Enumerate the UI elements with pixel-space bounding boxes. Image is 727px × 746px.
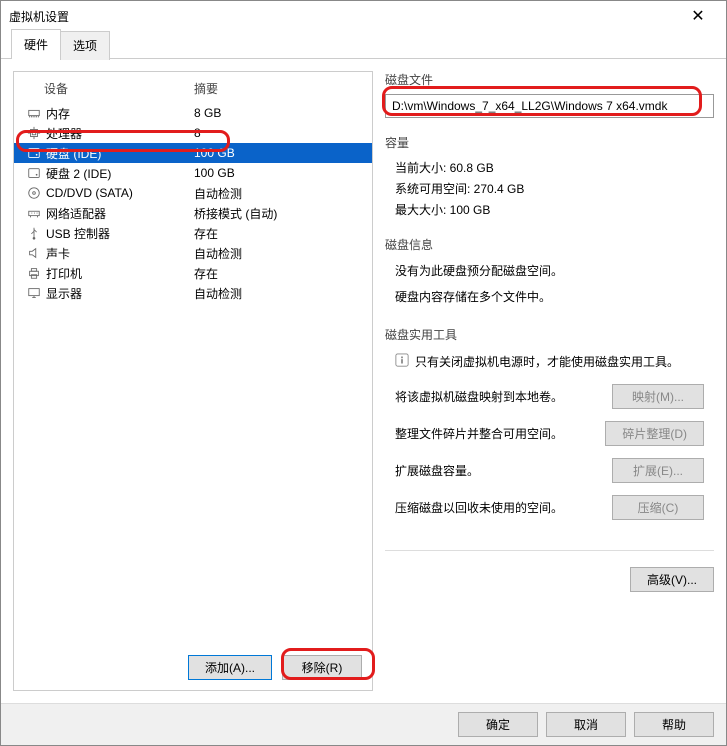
device-summary: 自动检测 — [194, 285, 362, 302]
util-defrag-row: 整理文件碎片并整合可用空间。 碎片整理(D) — [385, 417, 714, 450]
device-row[interactable]: 硬盘 2 (IDE)100 GB — [14, 163, 372, 183]
capacity-free: 系统可用空间: 270.4 GB — [385, 178, 714, 199]
util-expand-text: 扩展磁盘容量。 — [395, 462, 602, 479]
device-row[interactable]: 内存8 GB — [14, 103, 372, 123]
device-row[interactable]: USB 控制器存在 — [14, 223, 372, 243]
device-panel: 设备 摘要 内存8 GB处理器8硬盘 (IDE)100 GB硬盘 2 (IDE)… — [13, 71, 373, 691]
remove-device-button[interactable]: 移除(R) — [282, 655, 362, 680]
util-map-row: 将该虚拟机磁盘映射到本地卷。 映射(M)... — [385, 380, 714, 413]
device-row[interactable]: 处理器8 — [14, 123, 372, 143]
device-summary: 存在 — [194, 265, 362, 282]
device-name: 硬盘 (IDE) — [44, 145, 194, 162]
disk-icon — [24, 166, 44, 181]
cancel-button[interactable]: 取消 — [546, 712, 626, 737]
device-name: CD/DVD (SATA) — [44, 186, 194, 200]
header-device: 设备 — [44, 80, 194, 97]
capacity-title: 容量 — [385, 134, 714, 151]
sound-icon — [24, 246, 44, 261]
cpu-icon — [24, 126, 44, 141]
details-panel: 磁盘文件 容量 当前大小: 60.8 GB 系统可用空间: 270.4 GB 最… — [385, 71, 714, 691]
usb-icon — [24, 226, 44, 241]
util-defrag-text: 整理文件碎片并整合可用空间。 — [395, 425, 595, 442]
expand-button[interactable]: 扩展(E)... — [612, 458, 704, 483]
disk-file-path[interactable] — [385, 94, 714, 118]
disk-info-line1: 没有为此硬盘预分配磁盘空间。 — [385, 259, 714, 285]
help-button[interactable]: 帮助 — [634, 712, 714, 737]
util-compact-text: 压缩磁盘以回收未使用的空间。 — [395, 499, 602, 516]
advanced-row: 高级(V)... — [385, 561, 714, 598]
disk-info-line2: 硬盘内容存储在多个文件中。 — [385, 285, 714, 311]
device-summary: 100 GB — [194, 166, 362, 180]
device-summary: 8 GB — [194, 106, 362, 120]
device-row[interactable]: CD/DVD (SATA)自动检测 — [14, 183, 372, 203]
dialog-body: 设备 摘要 内存8 GB处理器8硬盘 (IDE)100 GB硬盘 2 (IDE)… — [1, 59, 726, 703]
header-summary: 摘要 — [194, 80, 362, 97]
disk-info-title: 磁盘信息 — [385, 236, 714, 253]
net-icon — [24, 206, 44, 221]
titlebar: 虚拟机设置 ✕ — [1, 1, 726, 31]
group-capacity: 容量 当前大小: 60.8 GB 系统可用空间: 270.4 GB 最大大小: … — [385, 134, 714, 220]
device-name: USB 控制器 — [44, 225, 194, 242]
device-summary: 桥接模式 (自动) — [194, 205, 362, 222]
device-name: 处理器 — [44, 125, 194, 142]
device-row[interactable]: 网络适配器桥接模式 (自动) — [14, 203, 372, 223]
util-expand-row: 扩展磁盘容量。 扩展(E)... — [385, 454, 714, 487]
advanced-button[interactable]: 高级(V)... — [630, 567, 714, 592]
device-name: 打印机 — [44, 265, 194, 282]
device-list[interactable]: 内存8 GB处理器8硬盘 (IDE)100 GB硬盘 2 (IDE)100 GB… — [14, 103, 372, 645]
device-name: 网络适配器 — [44, 205, 194, 222]
device-summary: 8 — [194, 126, 362, 140]
device-summary: 100 GB — [194, 146, 362, 160]
group-disk-info: 磁盘信息 没有为此硬盘预分配磁盘空间。 硬盘内容存储在多个文件中。 — [385, 236, 714, 310]
utilities-title: 磁盘实用工具 — [385, 326, 714, 343]
ok-button[interactable]: 确定 — [458, 712, 538, 737]
vm-settings-window: 虚拟机设置 ✕ 硬件 选项 设备 摘要 内存8 GB处理器8硬盘 (IDE)10… — [0, 0, 727, 746]
display-icon — [24, 286, 44, 301]
device-buttons: 添加(A)... 移除(R) — [14, 645, 372, 690]
util-map-text: 将该虚拟机磁盘映射到本地卷。 — [395, 388, 602, 405]
util-compact-row: 压缩磁盘以回收未使用的空间。 压缩(C) — [385, 491, 714, 524]
device-row[interactable]: 显示器自动检测 — [14, 283, 372, 303]
disk-icon — [24, 146, 44, 161]
bottom-bar: 确定 取消 帮助 — [1, 703, 726, 745]
tab-options[interactable]: 选项 — [60, 31, 110, 60]
device-name: 内存 — [44, 105, 194, 122]
group-disk-file: 磁盘文件 — [385, 71, 714, 118]
cd-icon — [24, 186, 44, 201]
add-device-button[interactable]: 添加(A)... — [188, 655, 272, 680]
tab-bar: 硬件 选项 — [1, 31, 726, 59]
device-summary: 自动检测 — [194, 245, 362, 262]
device-row[interactable]: 声卡自动检测 — [14, 243, 372, 263]
divider — [385, 550, 714, 551]
device-row[interactable]: 打印机存在 — [14, 263, 372, 283]
memory-icon — [24, 106, 44, 121]
device-name: 声卡 — [44, 245, 194, 262]
device-name: 显示器 — [44, 285, 194, 302]
utilities-hint-text: 只有关闭虚拟机电源时，才能使用磁盘实用工具。 — [415, 353, 679, 370]
device-summary: 存在 — [194, 225, 362, 242]
window-title: 虚拟机设置 — [9, 8, 678, 25]
utilities-hint: 只有关闭虚拟机电源时，才能使用磁盘实用工具。 — [385, 349, 714, 374]
info-icon — [395, 353, 409, 370]
device-name: 硬盘 2 (IDE) — [44, 165, 194, 182]
map-button[interactable]: 映射(M)... — [612, 384, 704, 409]
defrag-button[interactable]: 碎片整理(D) — [605, 421, 704, 446]
close-button[interactable]: ✕ — [678, 6, 718, 26]
device-summary: 自动检测 — [194, 185, 362, 202]
compact-button[interactable]: 压缩(C) — [612, 495, 704, 520]
group-utilities: 磁盘实用工具 只有关闭虚拟机电源时，才能使用磁盘实用工具。 将该虚拟机磁盘映射到… — [385, 326, 714, 528]
capacity-current: 当前大小: 60.8 GB — [385, 157, 714, 178]
device-row[interactable]: 硬盘 (IDE)100 GB — [14, 143, 372, 163]
tab-hardware[interactable]: 硬件 — [11, 29, 61, 59]
printer-icon — [24, 266, 44, 281]
disk-file-title: 磁盘文件 — [385, 71, 714, 88]
device-list-header: 设备 摘要 — [14, 72, 372, 103]
capacity-max: 最大大小: 100 GB — [385, 199, 714, 220]
